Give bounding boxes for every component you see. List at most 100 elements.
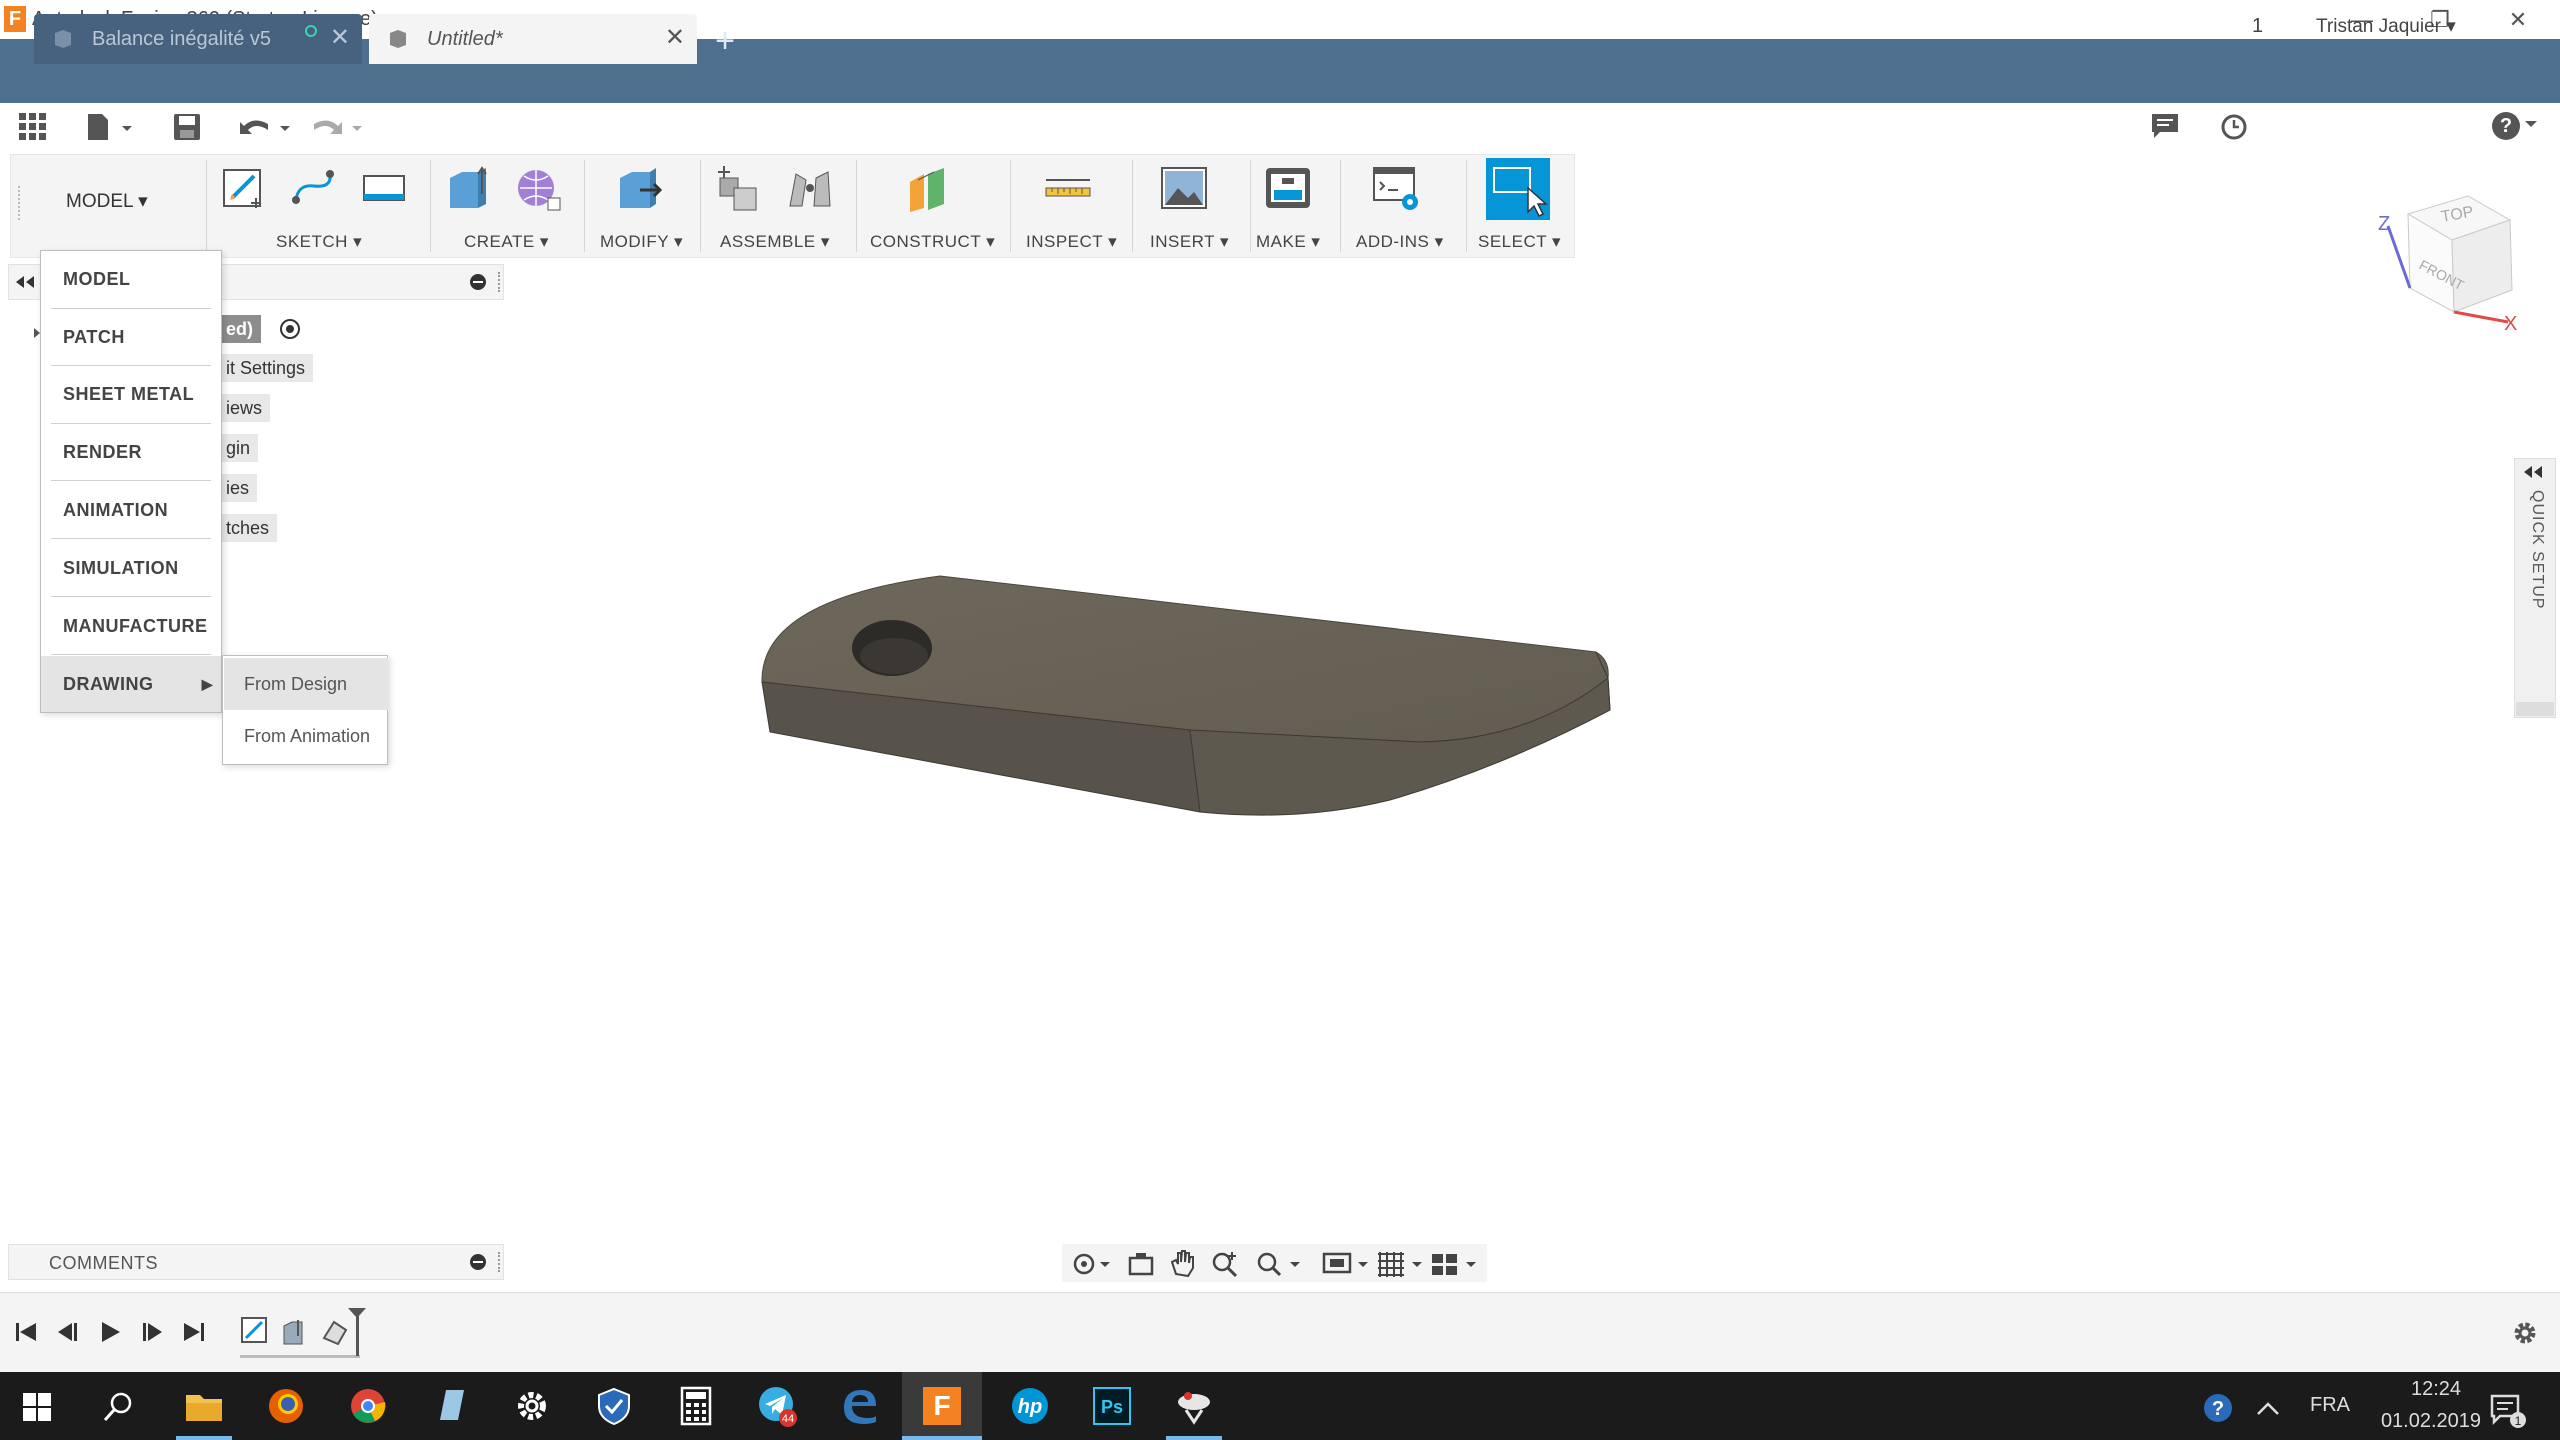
search-icon[interactable]	[102, 1390, 136, 1424]
insert-menu-label[interactable]: INSERT ▾	[1150, 232, 1229, 252]
tab-untitled[interactable]: Untitled* ✕	[369, 14, 697, 64]
browser-node-sketches[interactable]: tches	[218, 514, 278, 542]
browser-root-node[interactable]: ed)	[218, 315, 261, 343]
addins-menu-label[interactable]: ADD-INS ▾	[1356, 232, 1444, 252]
job-count[interactable]: 1	[2252, 10, 2263, 42]
timeline-marker[interactable]	[346, 1306, 370, 1356]
file-menu-icon[interactable]	[86, 112, 136, 142]
modify-menu-label[interactable]: MODIFY ▾	[600, 232, 683, 252]
3d-print-icon[interactable]	[1264, 164, 1312, 214]
step-back-icon[interactable]	[56, 1320, 80, 1344]
taskbar-settings[interactable]	[492, 1372, 572, 1440]
orbit-icon[interactable]	[1070, 1250, 1114, 1278]
sketch-menu-label[interactable]: SKETCH ▾	[276, 232, 362, 252]
menu-item-sheet-metal[interactable]: SHEET METAL	[41, 366, 221, 422]
taskbar-explorer[interactable]	[164, 1372, 244, 1440]
collapse-double-arrow-icon[interactable]	[14, 274, 36, 290]
undo-icon[interactable]	[238, 112, 294, 142]
joint-icon[interactable]	[786, 164, 834, 214]
tab-close-button[interactable]: ✕	[665, 26, 685, 50]
new-tab-button[interactable]: +	[700, 22, 750, 62]
inspect-menu-label[interactable]: INSPECT ▾	[1026, 232, 1117, 252]
menu-item-render[interactable]: RENDER	[41, 424, 221, 480]
tab-balance-inegalite[interactable]: Balance inégalité v5 ✕	[34, 14, 362, 64]
taskbar-chrome[interactable]	[328, 1372, 408, 1440]
new-component-icon[interactable]	[714, 164, 762, 214]
active-radio-icon[interactable]	[278, 317, 302, 341]
viewports-icon[interactable]	[1430, 1250, 1480, 1278]
rectangle-icon[interactable]	[360, 164, 408, 214]
panel-grip[interactable]	[498, 1252, 502, 1272]
make-menu-label[interactable]: MAKE ▾	[1256, 232, 1320, 252]
line-spline-icon[interactable]	[290, 164, 338, 214]
show-hidden-icons-icon[interactable]	[2256, 1398, 2280, 1418]
user-account-menu[interactable]: Tristan Jaquier ▾	[2316, 10, 2456, 42]
form-tspline-icon[interactable]	[514, 164, 562, 214]
go-to-end-icon[interactable]	[182, 1320, 206, 1344]
3d-model-body[interactable]	[740, 560, 1640, 840]
ribbon-grip[interactable]	[18, 186, 22, 220]
clock-time[interactable]: 12:24	[2386, 1378, 2486, 1401]
measure-icon[interactable]	[1044, 164, 1092, 214]
menu-item-animation[interactable]: ANIMATION	[41, 482, 221, 538]
menu-item-patch[interactable]: PATCH	[41, 309, 221, 365]
workspace-switcher-button[interactable]: MODEL ▾	[66, 190, 148, 213]
help-icon[interactable]: ?	[2492, 112, 2520, 140]
taskbar-telegram[interactable]: 44	[738, 1372, 818, 1440]
offset-plane-icon[interactable]	[904, 164, 952, 214]
press-pull-icon[interactable]	[614, 164, 662, 214]
insert-image-icon[interactable]	[1160, 164, 1208, 214]
taskbar-calculator[interactable]	[656, 1372, 736, 1440]
zoom-icon[interactable]	[1210, 1250, 1240, 1278]
browser-minus-icon[interactable]	[468, 272, 488, 292]
chevron-down-icon[interactable]	[2524, 120, 2538, 130]
grid-snaps-icon[interactable]	[1376, 1250, 1426, 1278]
select-menu-label[interactable]: SELECT ▾	[1478, 232, 1561, 252]
taskbar-firefox[interactable]	[246, 1372, 326, 1440]
step-forward-icon[interactable]	[140, 1320, 164, 1344]
input-language-indicator[interactable]: FRA	[2310, 1394, 2350, 1417]
browser-node-bodies[interactable]: ies	[218, 474, 258, 502]
menu-item-manufacture[interactable]: MANUFACTURE	[41, 598, 221, 654]
submenu-from-design[interactable]: From Design	[224, 658, 388, 710]
taskbar-app-extra[interactable]	[1154, 1372, 1234, 1440]
timeline-extrude-feature-icon[interactable]	[280, 1316, 310, 1346]
taskbar-security[interactable]	[574, 1372, 654, 1440]
taskbar-hp[interactable]: hp	[990, 1372, 1070, 1440]
timeline-settings-gear-icon[interactable]	[2510, 1318, 2540, 1348]
taskbar-photoshop[interactable]: Ps	[1072, 1372, 1152, 1440]
menu-item-model[interactable]: MODEL	[41, 251, 221, 307]
browser-node-document-settings[interactable]: it Settings	[218, 354, 314, 382]
display-settings-icon[interactable]	[1322, 1250, 1372, 1278]
menu-item-drawing[interactable]: DRAWING ▶	[41, 656, 221, 712]
assemble-menu-label[interactable]: ASSEMBLE ▾	[720, 232, 830, 252]
submenu-from-animation[interactable]: From Animation	[224, 710, 388, 762]
windows-start-icon[interactable]	[22, 1392, 52, 1422]
job-status-clock-icon[interactable]	[2220, 113, 2248, 141]
browser-node-origin[interactable]: gin	[218, 434, 259, 462]
look-at-icon[interactable]	[1126, 1250, 1156, 1278]
timeline-sketch-feature-icon[interactable]	[240, 1316, 270, 1346]
scripts-addins-icon[interactable]	[1372, 164, 1420, 214]
taskbar-edge[interactable]	[820, 1372, 900, 1440]
tab-close-button[interactable]: ✕	[330, 26, 350, 50]
redo-icon[interactable]	[308, 112, 364, 142]
create-menu-label[interactable]: CREATE ▾	[464, 232, 549, 252]
go-to-start-icon[interactable]	[14, 1320, 38, 1344]
taskbar-fusion360[interactable]: F	[902, 1372, 982, 1440]
data-panel-grid-icon[interactable]	[18, 112, 48, 142]
action-center-icon[interactable]: 1	[2488, 1390, 2528, 1430]
extrude-icon[interactable]	[444, 164, 492, 214]
play-icon[interactable]	[98, 1320, 122, 1344]
comments-add-icon[interactable]	[468, 1252, 488, 1272]
construct-menu-label[interactable]: CONSTRUCT ▾	[870, 232, 995, 252]
clock-date[interactable]: 01.02.2019	[2356, 1410, 2506, 1433]
menu-item-simulation[interactable]: SIMULATION	[41, 540, 221, 596]
fit-zoom-window-icon[interactable]	[1254, 1250, 1304, 1278]
taskbar-app-4[interactable]	[410, 1372, 490, 1440]
comments-icon[interactable]	[2150, 112, 2180, 140]
help-tray-icon[interactable]: ?	[2202, 1392, 2234, 1424]
panel-grip[interactable]	[498, 272, 502, 292]
close-button[interactable]: ✕	[2480, 0, 2556, 39]
expand-double-arrow-icon[interactable]	[2522, 464, 2546, 480]
